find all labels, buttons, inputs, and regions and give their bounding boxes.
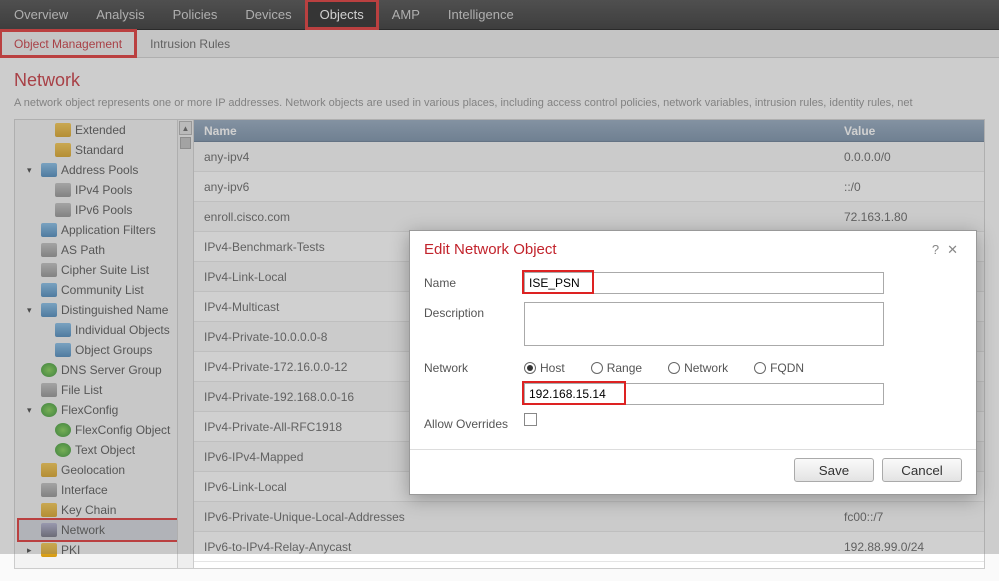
close-icon[interactable]: ✕: [943, 242, 962, 258]
radio-icon: [668, 362, 680, 374]
allow-overrides-label: Allow Overrides: [424, 413, 524, 431]
description-input[interactable]: [524, 302, 884, 346]
radio-icon: [591, 362, 603, 374]
network-type-radio-group: Host Range Network FQDN: [524, 357, 962, 383]
network-label: Network: [424, 357, 524, 375]
name-input[interactable]: [524, 272, 884, 294]
dialog-title: Edit Network Object: [424, 241, 928, 258]
network-value-input[interactable]: [524, 383, 884, 405]
cancel-button[interactable]: Cancel: [882, 458, 962, 482]
description-label: Description: [424, 302, 524, 320]
help-icon[interactable]: ?: [928, 242, 943, 257]
dialog-titlebar: Edit Network Object ? ✕: [410, 231, 976, 266]
radio-fqdn[interactable]: FQDN: [754, 361, 804, 375]
edit-network-object-dialog: Edit Network Object ? ✕ Name Description…: [409, 230, 977, 495]
radio-network[interactable]: Network: [668, 361, 728, 375]
name-label: Name: [424, 272, 524, 290]
radio-icon: [754, 362, 766, 374]
allow-overrides-checkbox[interactable]: [524, 413, 537, 426]
radio-icon: [524, 362, 536, 374]
radio-host[interactable]: Host: [524, 361, 565, 375]
radio-range[interactable]: Range: [591, 361, 642, 375]
dialog-footer: Save Cancel: [410, 449, 976, 494]
save-button[interactable]: Save: [794, 458, 874, 482]
